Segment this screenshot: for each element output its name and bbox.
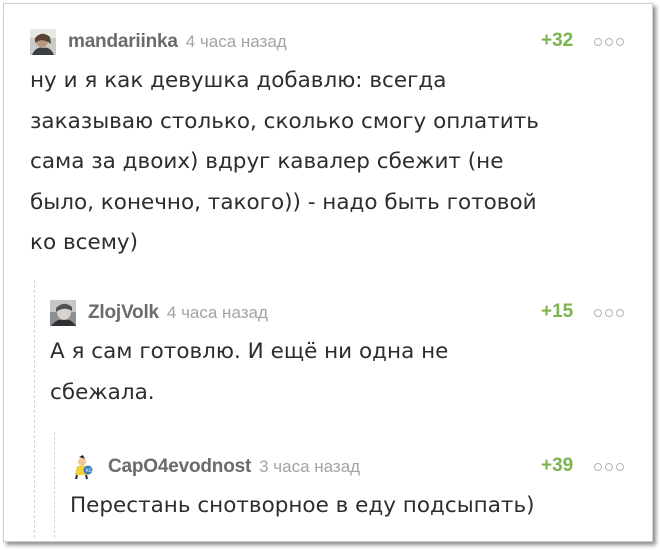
comment-text: А я сам готовлю. И ещё ни одна не сбежал… (50, 332, 448, 413)
user-avatar-icon[interactable] (50, 300, 76, 326)
user-avatar-icon[interactable]: KG (70, 454, 96, 480)
comment-text-line: было, конечно, такого)) - надо быть гото… (30, 189, 537, 215)
comment-text-line: ко всему) (30, 230, 139, 255)
comment-text: Перестань снотворное в еду подсыпать) (70, 486, 535, 527)
svg-text:KG: KG (86, 468, 92, 473)
username-link[interactable]: ZlojVolk (88, 302, 159, 324)
comment-rating: +39 (541, 455, 574, 476)
comment: KG CapO4evodnost 3 часа назад +39 Перест… (70, 454, 635, 534)
comment-rating: +32 (541, 30, 574, 51)
comment-text-line: сбежала. (50, 379, 155, 405)
comment-timestamp: 3 часа назад (259, 457, 361, 476)
comment-text: ну и я как девушка добавлю: всегда заказ… (30, 61, 539, 264)
comment-rating: +15 (541, 301, 574, 322)
comment: ZlojVolk 4 часа назад +15 А я сам готовл… (50, 300, 635, 420)
more-options-icon[interactable] (594, 309, 624, 317)
user-avatar-icon[interactable] (30, 29, 56, 55)
comment-timestamp: 4 часа назад (185, 32, 287, 51)
comment-text-line: сама за двоих) вдруг кавалер сбежит (не (30, 149, 504, 174)
thread-indent-line (34, 280, 35, 538)
comment-header: ZlojVolk 4 часа назад (50, 300, 268, 326)
username-link[interactable]: mandariinka (68, 31, 178, 53)
comment-text-line: заказываю столько, сколько смогу оплатит… (30, 108, 539, 134)
more-options-icon[interactable] (594, 38, 624, 46)
comment-timestamp: 4 часа назад (166, 303, 268, 322)
comment-text-line: Перестань снотворное в еду подсыпать) (70, 493, 535, 518)
comment: mandariinka 4 часа назад +32 ну и я как … (30, 29, 635, 269)
thread-indent-line (54, 432, 55, 538)
comment-text-line: ну и я как девушка добавлю: всегда (30, 68, 447, 93)
comments-card: mandariinka 4 часа назад +32 ну и я как … (3, 3, 653, 542)
comment-text-line: А я сам готовлю. И ещё ни одна не (50, 339, 449, 364)
comment-header: mandariinka 4 часа назад (30, 29, 287, 55)
more-options-icon[interactable] (594, 463, 624, 471)
comment-header: KG CapO4evodnost 3 часа назад (70, 454, 360, 480)
username-link[interactable]: CapO4evodnost (108, 456, 251, 478)
